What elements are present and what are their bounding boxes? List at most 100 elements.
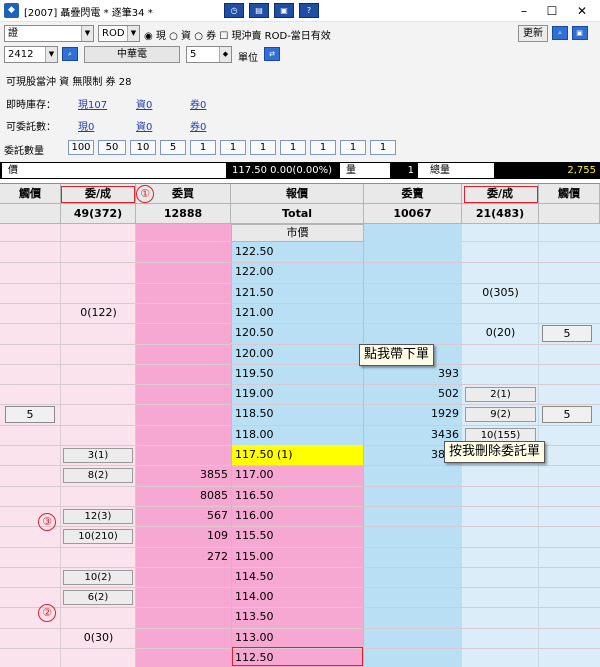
validity-text: ROD-當日有效 (264, 31, 331, 42)
radio-cash-label: 現 (155, 31, 166, 42)
market-row: 市價 (0, 224, 600, 242)
price-cell[interactable]: 116.50 (231, 485, 364, 506)
left-order-button[interactable]: 10(2) (63, 569, 133, 585)
orderable-cash-link[interactable]: 現0 (78, 118, 94, 133)
right-order-button[interactable]: 2(1) (465, 387, 536, 403)
price-cell[interactable]: 113.00 (231, 627, 364, 648)
price-cell[interactable]: 122.00 (231, 262, 364, 283)
price-cell[interactable]: 115.00 (231, 546, 364, 567)
inventory-short-link[interactable]: 券0 (190, 96, 206, 111)
search-icon[interactable]: ⌕ (552, 26, 568, 40)
left-order-button[interactable]: 3(1) (63, 448, 133, 463)
quantity-stepper[interactable]: 5 ◆ (186, 46, 232, 63)
inventory-cash-link[interactable]: 現107 (78, 96, 107, 111)
qty-button[interactable]: 1 (190, 140, 216, 155)
qty-button[interactable]: 10 (130, 140, 156, 155)
market-price-button[interactable]: 市價 (231, 224, 364, 242)
total-ask: 10067 (364, 204, 462, 224)
price-cell[interactable]: 114.50 (231, 566, 364, 588)
price-cell[interactable]: 116.00 (231, 505, 364, 527)
bid-volume: 8085 (200, 488, 228, 502)
left-order-button[interactable]: 12(3) (63, 508, 133, 524)
refresh-button[interactable]: 更新 (518, 25, 548, 42)
checkbox-icon[interactable]: ☐ (219, 31, 228, 42)
header-ask: 委賣 (364, 184, 462, 204)
layout-icon[interactable]: ▤ (249, 3, 269, 18)
right-trigger-button[interactable]: 5 (542, 325, 592, 343)
qty-button[interactable]: 1 (370, 140, 396, 155)
highlight-right-order-header (464, 186, 538, 203)
symbol-input[interactable]: 2412 ▼ (4, 46, 58, 63)
price-cell[interactable]: 119.50 (231, 363, 364, 385)
right-trigger-button[interactable]: 5 (542, 406, 592, 424)
time-in-force-select[interactable]: ROD ▼ (98, 25, 140, 42)
left-order-button[interactable]: 8(2) (63, 468, 133, 484)
save-icon[interactable]: ▣ (274, 3, 294, 18)
lookup-icon[interactable]: ⌕ (62, 47, 78, 61)
right-order-button[interactable]: 0(20) (462, 323, 539, 343)
bid-volume: 567 (207, 508, 228, 522)
window-title: [2007] 聶疊閃電 * 逐筆34 * (24, 8, 153, 19)
clock-icon[interactable]: ◷ (224, 3, 244, 18)
left-order-button[interactable]: 6(2) (63, 590, 133, 606)
tooltip-place-order: 點我帶下單 (359, 344, 435, 366)
day-trade-sell-label: 現沖賣 (231, 31, 262, 42)
orderable-margin-link[interactable]: 資0 (136, 118, 152, 133)
price-ladder: 觸價 委/成 委買 報價 委賣 委/成 觸價 49(372) 12888 Tot… (0, 183, 600, 667)
right-order-button[interactable]: 9(2) (465, 407, 536, 423)
left-order-button[interactable]: 0(30) (61, 628, 136, 648)
qty-button[interactable]: 5 (160, 140, 186, 155)
left-order-button[interactable]: 10(210) (63, 529, 133, 545)
ladder-totals: 49(372) 12888 Total 10067 21(483) (0, 204, 600, 224)
order-type-select[interactable]: 證 ▼ (4, 25, 94, 42)
header-trigger-right: 觸價 (539, 184, 600, 204)
stock-name: 中華電 (84, 46, 180, 63)
price-cell[interactable]: 119.00 (231, 384, 364, 405)
radio-unchecked-icon[interactable]: ○ (169, 31, 178, 42)
price-cell[interactable]: 118.00 (231, 424, 364, 445)
header-price: 報價 (231, 184, 364, 204)
qty-button[interactable]: 100 (68, 140, 94, 155)
settings-icon[interactable]: ▣ (571, 26, 588, 40)
price-cell[interactable]: 114.00 (231, 587, 364, 608)
total-bid: 12888 (136, 204, 231, 224)
price-cell[interactable]: 121.00 (231, 302, 364, 324)
price-cell[interactable]: 120.00 (231, 343, 364, 364)
price-cell[interactable]: 117.50 (1) (231, 445, 364, 466)
qty-button[interactable]: 1 (250, 140, 276, 155)
annotation-circle-3: ③ (38, 513, 56, 531)
app-icon: ◆ (4, 3, 19, 18)
maximize-button[interactable]: ☐ (538, 2, 566, 20)
stepper-icon[interactable]: ◆ (219, 47, 231, 62)
qty-button[interactable]: 1 (340, 140, 366, 155)
price-cell[interactable]: 122.50 (231, 242, 364, 263)
right-order-button[interactable]: 0(305) (462, 283, 539, 303)
unit-toggle-icon[interactable]: ⇄ (264, 47, 280, 61)
minimize-button[interactable]: – (510, 2, 538, 20)
orderable-short-link[interactable]: 券0 (190, 118, 206, 133)
left-order-button[interactable]: 0(122) (61, 303, 136, 323)
price-cell[interactable]: 115.50 (231, 526, 364, 547)
price-cell[interactable]: 121.50 (231, 282, 364, 303)
qty-button[interactable]: 1 (220, 140, 246, 155)
inventory-label: 即時庫存： (6, 100, 56, 111)
radio-short-label: 券 (206, 31, 217, 42)
qty-button[interactable]: 1 (310, 140, 336, 155)
help-icon[interactable]: ? (299, 3, 319, 18)
close-button[interactable]: ✕ (568, 2, 596, 20)
price-cell[interactable]: 120.50 (231, 323, 364, 344)
radio-unchecked-icon[interactable]: ○ (194, 31, 203, 42)
radio-checked-icon[interactable]: ◉ (144, 31, 153, 42)
qty-button[interactable]: 1 (280, 140, 306, 155)
left-trigger-button[interactable]: 5 (5, 406, 55, 424)
bid-volume: 3855 (200, 468, 228, 482)
price-cell[interactable]: 118.50 (231, 404, 364, 425)
price-cell[interactable]: 117.00 (231, 465, 364, 486)
volume-label: 量 (340, 163, 390, 178)
last-price-value: 117.50 0.00(0.00%) (232, 165, 333, 176)
chevron-down-icon: ▼ (45, 47, 57, 62)
inventory-margin-link[interactable]: 資0 (136, 96, 152, 111)
price-cell[interactable]: 113.50 (231, 607, 364, 628)
radio-margin-label: 資 (181, 31, 192, 42)
qty-button[interactable]: 50 (98, 140, 126, 155)
